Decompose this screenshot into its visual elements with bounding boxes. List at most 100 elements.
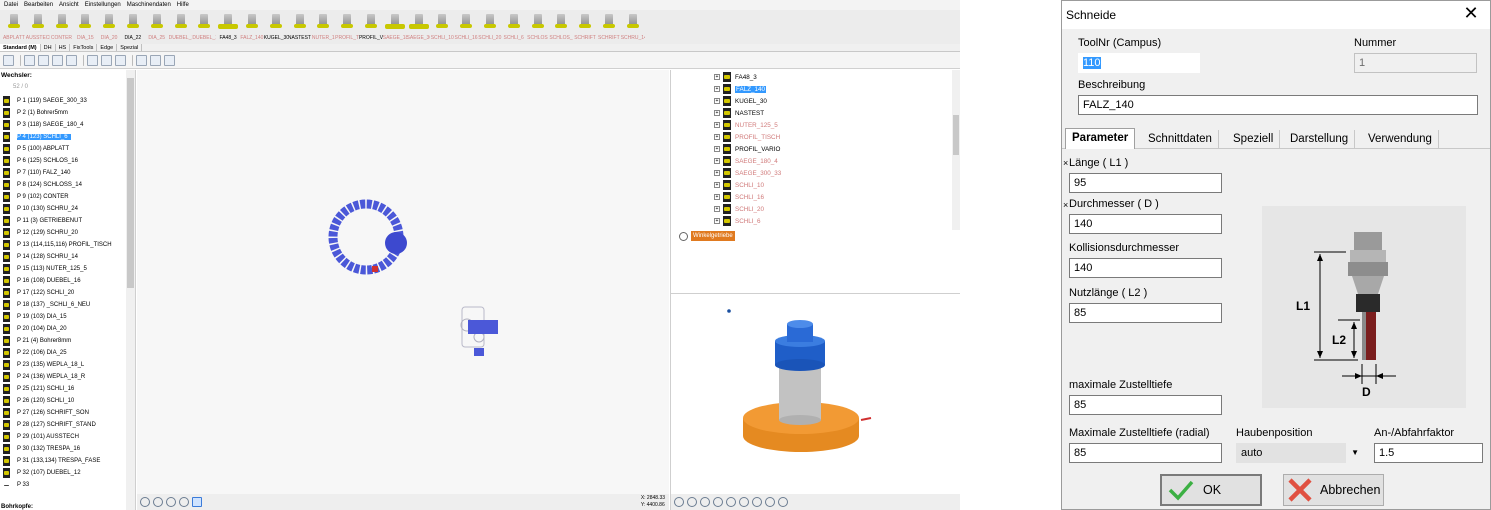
tool-library-item[interactable]: DIA_20 xyxy=(97,10,121,44)
tree-item[interactable]: + PROFIL_TISCH xyxy=(714,131,781,143)
zoom-out-icon[interactable] xyxy=(713,497,723,507)
toolnr-input[interactable]: 110 xyxy=(1078,53,1200,73)
tool-library-item[interactable]: CONTER xyxy=(50,10,74,44)
tree-item[interactable]: + KUGEL_30 xyxy=(714,95,781,107)
tool-library-item[interactable]: SCHLI_6 xyxy=(502,10,526,44)
zoom-fit-icon[interactable] xyxy=(687,497,697,507)
changer-slot[interactable]: P 1 (119) SAEGE_300_33 xyxy=(3,95,126,107)
menu-ansicht[interactable]: Ansicht xyxy=(59,2,79,8)
tree-item[interactable]: + NUTER_125_5 xyxy=(714,119,781,131)
tool-library-item[interactable]: SCHLI_20 xyxy=(478,10,502,44)
tool-library-item[interactable]: KUGEL_30 xyxy=(264,10,288,44)
changer-slot[interactable]: P 2 (1) Bohrer5mm xyxy=(3,107,126,119)
chart-icon[interactable] xyxy=(136,54,147,66)
new-file-icon[interactable] xyxy=(24,54,35,66)
tab-parameter[interactable]: Parameter xyxy=(1065,128,1136,149)
tree-item[interactable]: + SCHLI_6 xyxy=(714,215,781,227)
save-icon[interactable] xyxy=(101,54,112,66)
tree-item[interactable]: + SCHLI_16 xyxy=(714,191,781,203)
chevron-down-icon[interactable]: ▼ xyxy=(1351,444,1359,462)
zoom-in-icon[interactable] xyxy=(166,497,176,507)
tool-library-item[interactable]: SCHLOS_16 xyxy=(549,10,573,44)
tool-library-item[interactable]: SAEGE_18 xyxy=(383,10,407,44)
changer-slot[interactable]: P 27 (126) SCHRIFT_SON xyxy=(3,407,126,419)
expand-icon[interactable]: + xyxy=(714,122,720,128)
changer-2d-view[interactable]: X: 2848.33 Y: 4400.86 xyxy=(137,70,669,510)
zoom-fit-icon[interactable] xyxy=(153,497,163,507)
changer-slot[interactable]: P 15 (113) NUTER_125_5 xyxy=(3,263,126,275)
tool-library-item[interactable]: PROFIL_TI xyxy=(335,10,359,44)
zoom-in-icon[interactable] xyxy=(700,497,710,507)
changer-slot[interactable]: P 16 (108) DUEBEL_16 xyxy=(3,275,126,287)
tree-item[interactable]: + FALZ_140 xyxy=(714,83,781,95)
changer-slot[interactable]: P 24 (136) WEPLA_18_R xyxy=(3,371,126,383)
menu-hilfe[interactable]: Hilfe xyxy=(177,2,189,8)
expand-icon[interactable]: + xyxy=(714,146,720,152)
tab-standard[interactable]: Standard (M) xyxy=(0,44,41,51)
tool-library-item[interactable]: DUEBEL_12 xyxy=(169,10,192,44)
book-icon[interactable] xyxy=(3,54,14,66)
tool-library-item[interactable]: FALZ_140 xyxy=(240,10,264,44)
changer-slot[interactable]: P 4 (123) SCHLI_6 xyxy=(3,131,126,143)
changer-slot[interactable]: P 11 (3) GETRIEBENUT xyxy=(3,215,126,227)
changer-slot[interactable]: P 5 (100) ABPLATT xyxy=(3,143,126,155)
expand-icon[interactable]: + xyxy=(714,98,720,104)
beschreibung-input[interactable]: FALZ_140 xyxy=(1078,95,1478,115)
changer-slot[interactable]: P 25 (121) SCHLI_16 xyxy=(3,383,126,395)
tool-library-item[interactable]: SCHLOS xyxy=(526,10,550,44)
tool-library-item[interactable]: SCHRU_14 xyxy=(621,10,645,44)
view-3d-icon[interactable] xyxy=(778,497,788,507)
changer-slot[interactable]: P 31 (133,134) TRESPA_FASE xyxy=(3,455,126,467)
tool-library-item[interactable]: AUSSTECH xyxy=(26,10,50,44)
tab-edge[interactable]: Edge xyxy=(97,44,118,51)
tool-library-item[interactable]: SCHLI_16 xyxy=(454,10,478,44)
expand-icon[interactable]: + xyxy=(714,170,720,176)
changer-slot[interactable]: P 8 (124) SCHLOSS_14 xyxy=(3,179,126,191)
expand-icon[interactable]: + xyxy=(714,182,720,188)
tool-library-item[interactable]: FA48_3 xyxy=(216,10,240,44)
angle-gear-node[interactable]: Winkelgetriebe xyxy=(679,231,735,241)
expand-icon[interactable]: + xyxy=(714,206,720,212)
durchmesser-input[interactable]: 140 xyxy=(1069,214,1222,234)
close-icon[interactable]: ✕ xyxy=(1462,5,1480,23)
tree-item[interactable]: + NASTEST xyxy=(714,107,781,119)
zustell-radial-input[interactable]: 85 xyxy=(1069,443,1222,463)
view-top-icon[interactable] xyxy=(752,497,762,507)
tab-dh[interactable]: DH xyxy=(41,44,56,51)
zustell-input[interactable]: 85 xyxy=(1069,395,1222,415)
changer-slot[interactable]: P 23 (135) WEPLA_18_L xyxy=(3,359,126,371)
view-iso-icon[interactable] xyxy=(765,497,775,507)
tab-fixtools[interactable]: FixTools xyxy=(70,44,98,51)
tab-speziell[interactable]: Speziell xyxy=(1227,130,1281,149)
menu-einstellungen[interactable]: Einstellungen xyxy=(85,2,121,8)
changer-scrollbar[interactable] xyxy=(126,70,135,510)
tab-darstellung[interactable]: Darstellung xyxy=(1284,130,1356,149)
tree-item[interactable]: + SAEGE_180_4 xyxy=(714,155,781,167)
changer-slot[interactable]: P 20 (104) DIA_20 xyxy=(3,323,126,335)
ok-button[interactable]: OK xyxy=(1160,474,1262,506)
tree-scrollbar[interactable] xyxy=(952,70,960,230)
expand-icon[interactable]: + xyxy=(714,86,720,92)
expand-icon[interactable]: + xyxy=(714,134,720,140)
expand-icon[interactable]: + xyxy=(714,218,720,224)
delete-icon[interactable] xyxy=(87,54,98,66)
light-icon[interactable] xyxy=(140,497,150,507)
tool-library-item[interactable]: DUEBEL_16 xyxy=(192,10,216,44)
tool-library-item[interactable]: DIA_22 xyxy=(121,10,145,44)
tree-item[interactable]: + SCHLI_20 xyxy=(714,203,781,215)
changer-slot[interactable]: P 9 (102) CONTER xyxy=(3,191,126,203)
tool-library-item[interactable]: SCHRIFT xyxy=(573,10,597,44)
expand-icon[interactable]: + xyxy=(714,74,720,80)
changer-slot[interactable]: P 14 (128) SCHRU_14 xyxy=(3,251,126,263)
nutzlaenge-input[interactable]: 85 xyxy=(1069,303,1222,323)
changer-slot[interactable]: P 30 (132) TRESPA_16 xyxy=(3,443,126,455)
tool-library-item[interactable]: NASTEST xyxy=(288,10,312,44)
tab-spezial[interactable]: Spezial xyxy=(117,44,143,51)
tool-library-item[interactable]: DIA_25 xyxy=(145,10,169,44)
arrow-left-icon[interactable] xyxy=(164,54,175,66)
tool-library-item[interactable]: DIA_15 xyxy=(73,10,97,44)
view-front-icon[interactable] xyxy=(726,497,736,507)
scrollbar-thumb[interactable] xyxy=(127,78,134,288)
expand-icon[interactable]: + xyxy=(714,158,720,164)
changer-slot[interactable]: P 33 xyxy=(3,479,126,491)
